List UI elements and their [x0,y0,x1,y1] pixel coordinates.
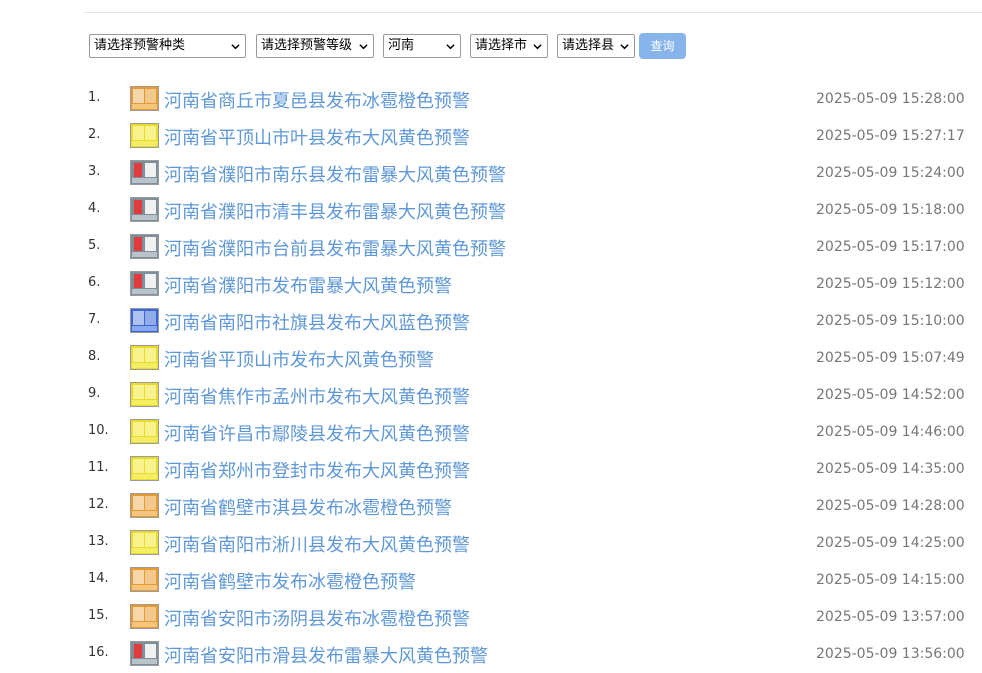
alert-title-link[interactable]: 河南省濮阳市南乐县发布雷暴大风黄色预警 [164,161,506,187]
list-item: 2. 河南省平顶山市叶县发布大风黄色预警 2025-05-09 15:27:17 [0,118,982,155]
item-number: 5. [88,238,101,253]
alert-timestamp: 2025-05-09 15:07:49 [816,350,965,366]
alert-title-link[interactable]: 河南省濮阳市发布雷暴大风黄色预警 [164,272,452,298]
list-item: 3. 河南省濮阳市南乐县发布雷暴大风黄色预警 2025-05-09 15:24:00 [0,155,982,192]
list-item: 8. 河南省平顶山市发布大风黄色预警 2025-05-09 15:07:49 [0,340,982,377]
county-select[interactable]: 请选择县 [557,34,635,58]
alert-timestamp: 2025-05-09 14:28:00 [816,498,965,514]
alert-timestamp: 2025-05-09 15:10:00 [816,313,965,329]
item-number: 9. [88,386,101,401]
alert-title-link[interactable]: 河南省安阳市汤阴县发布冰雹橙色预警 [164,605,470,631]
chevron-down-icon [533,44,542,50]
chevron-down-icon [620,44,629,50]
gale-yellow-icon [130,123,159,148]
alert-timestamp: 2025-05-09 15:24:00 [816,165,965,181]
alert-title-link[interactable]: 河南省安阳市滑县发布雷暴大风黄色预警 [164,642,488,668]
item-number: 7. [88,312,101,327]
warning-level-select[interactable]: 请选择预警等级 [256,34,374,58]
thunderstorm-gale-alert-icon [130,271,159,296]
top-divider [84,12,982,13]
alert-timestamp: 2025-05-09 15:28:00 [816,91,965,107]
province-select[interactable]: 河南 [383,34,461,58]
alert-title-link[interactable]: 河南省濮阳市清丰县发布雷暴大风黄色预警 [164,198,506,224]
warning-type-select[interactable]: 请选择预警种类 [89,34,246,58]
alert-timestamp: 2025-05-09 14:15:00 [816,572,965,588]
alert-timestamp: 2025-05-09 15:12:00 [816,276,965,292]
list-item: 15. 河南省安阳市汤阴县发布冰雹橙色预警 2025-05-09 13:57:00 [0,599,982,636]
item-number: 14. [88,571,109,586]
item-number: 16. [88,645,109,660]
list-item: 14. 河南省鹤壁市发布冰雹橙色预警 2025-05-09 14:15:00 [0,562,982,599]
alert-title-link[interactable]: 河南省许昌市鄢陵县发布大风黄色预警 [164,420,470,446]
gale-yellow-icon [130,456,159,481]
list-item: 6. 河南省濮阳市发布雷暴大风黄色预警 2025-05-09 15:12:00 [0,266,982,303]
thunderstorm-gale-alert-icon [130,641,159,666]
list-item: 12. 河南省鹤壁市淇县发布冰雹橙色预警 2025-05-09 14:28:00 [0,488,982,525]
query-button[interactable]: 查询 [639,33,686,59]
alert-timestamp: 2025-05-09 14:35:00 [816,461,965,477]
alert-title-link[interactable]: 河南省平顶山市叶县发布大风黄色预警 [164,124,470,150]
item-number: 6. [88,275,101,290]
item-number: 3. [88,164,101,179]
list-item: 9. 河南省焦作市孟州市发布大风黄色预警 2025-05-09 14:52:00 [0,377,982,414]
alert-timestamp: 2025-05-09 14:25:00 [816,535,965,551]
list-item: 10. 河南省许昌市鄢陵县发布大风黄色预警 2025-05-09 14:46:00 [0,414,982,451]
alert-timestamp: 2025-05-09 13:57:00 [816,609,965,625]
alert-title-link[interactable]: 河南省郑州市登封市发布大风黄色预警 [164,457,470,483]
alert-title-link[interactable]: 河南省南阳市社旗县发布大风蓝色预警 [164,309,470,335]
hail-orange-icon [130,493,159,518]
list-item: 16. 河南省安阳市滑县发布雷暴大风黄色预警 2025-05-09 13:56:00 [0,636,982,673]
item-number: 10. [88,423,109,438]
list-item: 4. 河南省濮阳市清丰县发布雷暴大风黄色预警 2025-05-09 15:18:00 [0,192,982,229]
item-number: 4. [88,201,101,216]
gale-yellow-icon [130,419,159,444]
list-item: 11. 河南省郑州市登封市发布大风黄色预警 2025-05-09 14:35:00 [0,451,982,488]
list-item: 7. 河南省南阳市社旗县发布大风蓝色预警 2025-05-09 15:10:00 [0,303,982,340]
city-select-value: 请选择市 [475,38,528,53]
chevron-down-icon [359,44,368,50]
list-item: 13. 河南省南阳市淅川县发布大风黄色预警 2025-05-09 14:25:00 [0,525,982,562]
chevron-down-icon [231,44,240,50]
hail-orange-icon [130,604,159,629]
alert-title-link[interactable]: 河南省南阳市淅川县发布大风黄色预警 [164,531,470,557]
warning-type-select-value: 请选择预警种类 [94,38,186,53]
item-number: 15. [88,608,109,623]
warning-level-select-value: 请选择预警等级 [261,38,353,53]
hail-orange-icon [130,567,159,592]
alert-title-link[interactable]: 河南省鹤壁市淇县发布冰雹橙色预警 [164,494,452,520]
alert-timestamp: 2025-05-09 15:18:00 [816,202,965,218]
alert-title-link[interactable]: 河南省鹤壁市发布冰雹橙色预警 [164,568,416,594]
item-number: 2. [88,127,101,142]
alert-title-link[interactable]: 河南省平顶山市发布大风黄色预警 [164,346,434,372]
chevron-down-icon [446,44,455,50]
hail-orange-icon [130,86,159,111]
item-number: 12. [88,497,109,512]
alert-title-link[interactable]: 河南省商丘市夏邑县发布冰雹橙色预警 [164,87,470,113]
gale-blue-icon [130,308,159,333]
thunderstorm-gale-alert-icon [130,160,159,185]
item-number: 8. [88,349,101,364]
gale-yellow-icon [130,345,159,370]
thunderstorm-gale-alert-icon [130,197,159,222]
alert-timestamp: 2025-05-09 14:46:00 [816,424,965,440]
gale-yellow-icon [130,382,159,407]
item-number: 13. [88,534,109,549]
alert-timestamp: 2025-05-09 14:52:00 [816,387,965,403]
alert-timestamp: 2025-05-09 15:17:00 [816,239,965,255]
city-select[interactable]: 请选择市 [470,34,548,58]
item-number: 1. [88,90,101,105]
alert-timestamp: 2025-05-09 13:56:00 [816,646,965,662]
alert-title-link[interactable]: 河南省濮阳市台前县发布雷暴大风黄色预警 [164,235,506,261]
gale-yellow-icon [130,530,159,555]
list-item: 5. 河南省濮阳市台前县发布雷暴大风黄色预警 2025-05-09 15:17:00 [0,229,982,266]
item-number: 11. [88,460,109,475]
province-select-value: 河南 [388,38,415,53]
list-item: 1. 河南省商丘市夏邑县发布冰雹橙色预警 2025-05-09 15:28:00 [0,81,982,118]
alert-title-link[interactable]: 河南省焦作市孟州市发布大风黄色预警 [164,383,470,409]
thunderstorm-gale-alert-icon [130,234,159,259]
county-select-value: 请选择县 [562,38,615,53]
alert-timestamp: 2025-05-09 15:27:17 [816,128,965,144]
